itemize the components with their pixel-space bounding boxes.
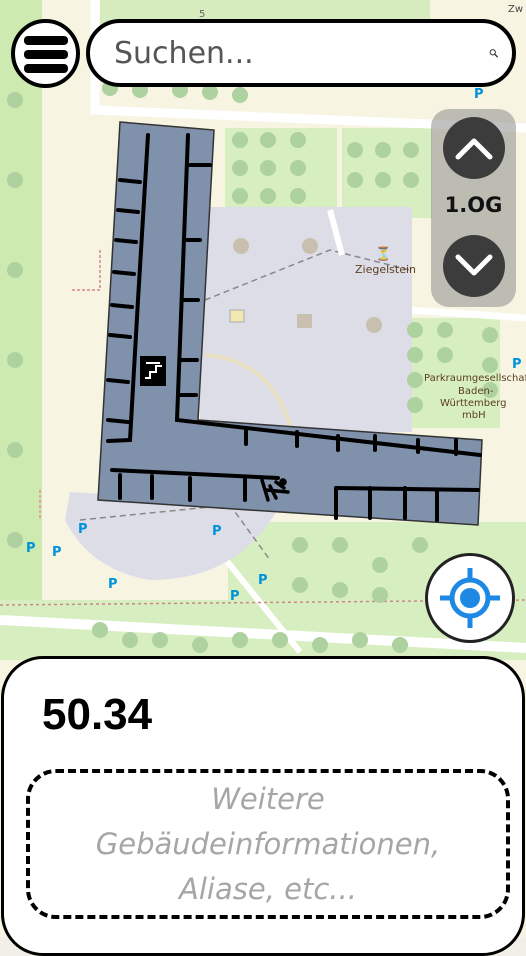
svg-text:P: P (108, 577, 118, 592)
map-label-ziegelstein: Ziegelstein (355, 263, 416, 276)
courtyard-feature (233, 238, 249, 254)
more-info-line: Weitere (211, 781, 325, 816)
map-label-fragment: Zw (508, 4, 523, 15)
svg-text:P: P (26, 541, 36, 556)
chevron-up-icon (455, 138, 493, 160)
svg-text:P: P (474, 87, 484, 102)
more-info-text: Weitere Gebäudeinformationen, Aliase, et… (58, 777, 478, 912)
search-bar[interactable] (86, 19, 516, 87)
menu-button[interactable] (11, 19, 80, 88)
room-info-panel[interactable]: 50.34 Weitere Gebäudeinformationen, Alia… (1, 656, 525, 956)
search-icon[interactable] (489, 29, 498, 77)
map-label-parkraum: Baden- (458, 386, 494, 397)
stairs-icon (140, 356, 166, 386)
courtyard-feature (297, 314, 312, 328)
current-floor-label: 1.OG (444, 193, 503, 217)
locate-me-button[interactable] (425, 553, 515, 643)
svg-text:P: P (52, 545, 62, 560)
more-info-line: Gebäudeinformationen, (95, 826, 441, 861)
hamburger-icon (23, 35, 68, 73)
floor-up-button[interactable] (443, 117, 505, 179)
svg-text:P: P (78, 522, 88, 537)
courtyard-feature (366, 317, 382, 333)
park-area (0, 0, 42, 610)
svg-text:P: P (258, 573, 268, 588)
crosshair-location-icon (440, 568, 500, 628)
search-input[interactable] (112, 34, 489, 72)
more-info-line: Aliase, etc... (179, 871, 357, 906)
more-info-box: Weitere Gebäudeinformationen, Aliase, et… (26, 769, 510, 919)
svg-text:P: P (230, 589, 240, 604)
floor-down-button[interactable] (443, 235, 505, 297)
svg-text:P: P (212, 524, 222, 539)
courtyard-feature (229, 309, 245, 323)
courtyard-feature (302, 238, 318, 254)
map-label-hourglass: ⏳ (375, 246, 391, 262)
svg-text:P: P (512, 357, 522, 372)
map-label-parkraum: Württemberg (440, 398, 507, 409)
room-number: 50.34 (42, 690, 153, 739)
map-label-parkraum: mbH (462, 410, 486, 421)
chevron-down-icon (455, 254, 493, 276)
map-label-parkraum: Parkraumgesellschaft (424, 373, 526, 384)
floor-selector: 1.OG (431, 109, 516, 307)
